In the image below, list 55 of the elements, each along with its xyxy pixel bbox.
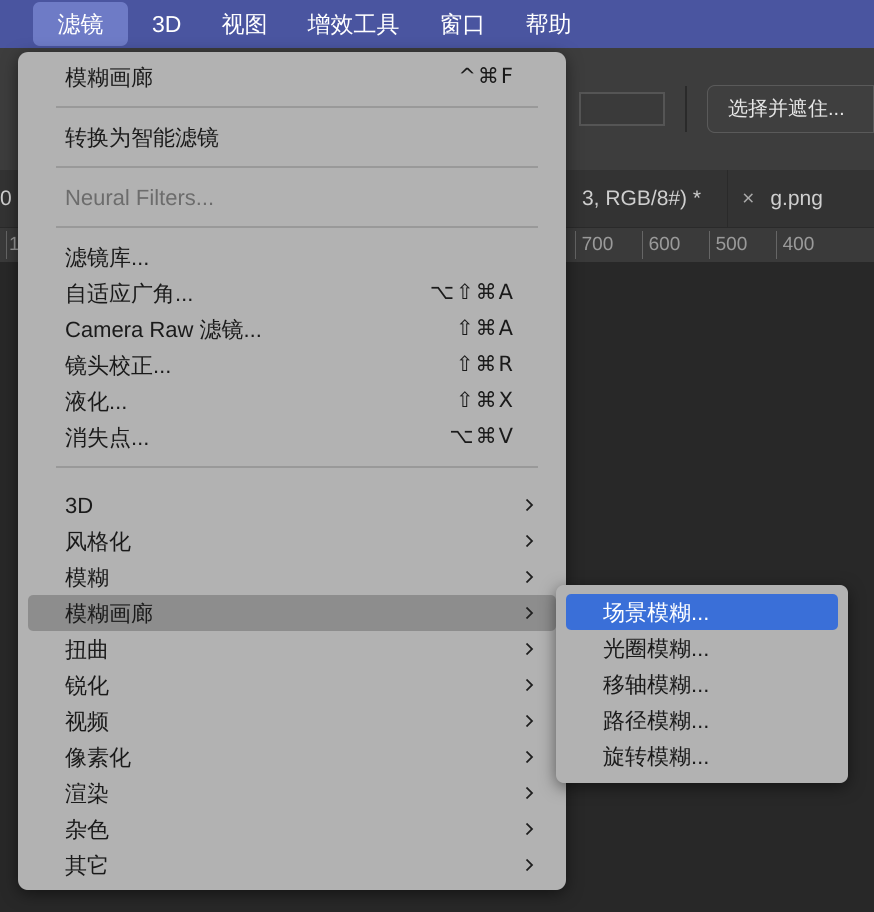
ruler-label: 400 <box>776 230 843 260</box>
shortcut: ⇧⌘X <box>456 387 515 414</box>
shortcut: ⇧⌘A <box>456 315 515 342</box>
menu-item[interactable]: 光圈模糊... <box>566 630 838 666</box>
menu-item[interactable]: 锐化 <box>28 667 556 703</box>
menu-item[interactable]: 扭曲 <box>28 631 556 667</box>
menu-item[interactable]: 消失点... ⌥⌘V <box>28 419 556 455</box>
chevron-right-icon <box>525 822 534 836</box>
shortcut: ^⌘F <box>458 63 515 90</box>
menu-item[interactable]: 场景模糊... <box>566 594 838 630</box>
chevron-right-icon <box>525 678 534 692</box>
menu-item[interactable]: 转换为智能滤镜 <box>28 119 556 155</box>
input-field[interactable] <box>579 92 665 126</box>
select-and-mask-button[interactable]: 选择并遮住... <box>707 85 874 133</box>
close-icon[interactable]: × <box>742 182 754 214</box>
menu-item[interactable]: 风格化 <box>28 523 556 559</box>
chevron-right-icon <box>525 606 534 620</box>
menu-item[interactable]: 移轴模糊... <box>566 666 838 702</box>
chevron-right-icon <box>525 750 534 764</box>
menu-item[interactable]: 3D <box>28 487 556 523</box>
menu-item[interactable]: 其它 <box>28 847 556 883</box>
menu-bar-item[interactable]: 3D <box>136 2 198 46</box>
menu-item[interactable]: 旋转模糊... <box>566 738 838 774</box>
menu-item[interactable]: Camera Raw 滤镜... ⇧⌘A <box>28 311 556 347</box>
chevron-right-icon <box>525 714 534 728</box>
chevron-right-icon <box>525 498 534 512</box>
menu-item[interactable]: 视频 <box>28 703 556 739</box>
chevron-right-icon <box>525 642 534 656</box>
ruler-label: 600 <box>642 230 709 260</box>
shortcut: ⌥⇧⌘A <box>430 279 515 306</box>
menu-item[interactable]: 模糊画廊 <box>28 595 556 631</box>
chevron-right-icon <box>525 786 534 800</box>
menu-item[interactable]: 液化... ⇧⌘X <box>28 383 556 419</box>
menu-item[interactable]: 渲染 <box>28 775 556 811</box>
chevron-right-icon <box>525 534 534 548</box>
menu-bar-item[interactable]: 视图 <box>205 2 284 46</box>
ruler-label: 500 <box>708 230 776 260</box>
menu-bar-item[interactable]: 窗口 <box>423 2 502 46</box>
menu-bar-item[interactable]: 增效工具 <box>291 2 416 46</box>
shortcut: ⇧⌘R <box>456 351 515 378</box>
chevron-right-icon <box>525 858 534 872</box>
menu-item[interactable]: 自适应广角... ⌥⇧⌘A <box>28 275 556 311</box>
document-tab[interactable]: × g.png <box>728 170 823 228</box>
menu-item[interactable]: 路径模糊... <box>566 702 838 738</box>
menu-bar-item[interactable]: 滤镜 <box>33 2 128 46</box>
chevron-right-icon <box>525 570 534 584</box>
menu-item[interactable]: 像素化 <box>28 739 556 775</box>
menu-item[interactable]: 模糊 <box>28 559 556 595</box>
shortcut: ⌥⌘V <box>449 423 515 450</box>
menu-bar-item[interactable]: 帮助 <box>509 2 588 46</box>
ruler-label: 700 <box>574 230 642 260</box>
menu-item[interactable]: 镜头校正... ⇧⌘R <box>28 347 556 383</box>
menu-item[interactable]: 模糊画廊 ^⌘F <box>28 59 556 95</box>
menu-item[interactable]: 杂色 <box>28 811 556 847</box>
menu-item[interactable]: 滤镜库... <box>28 239 556 275</box>
